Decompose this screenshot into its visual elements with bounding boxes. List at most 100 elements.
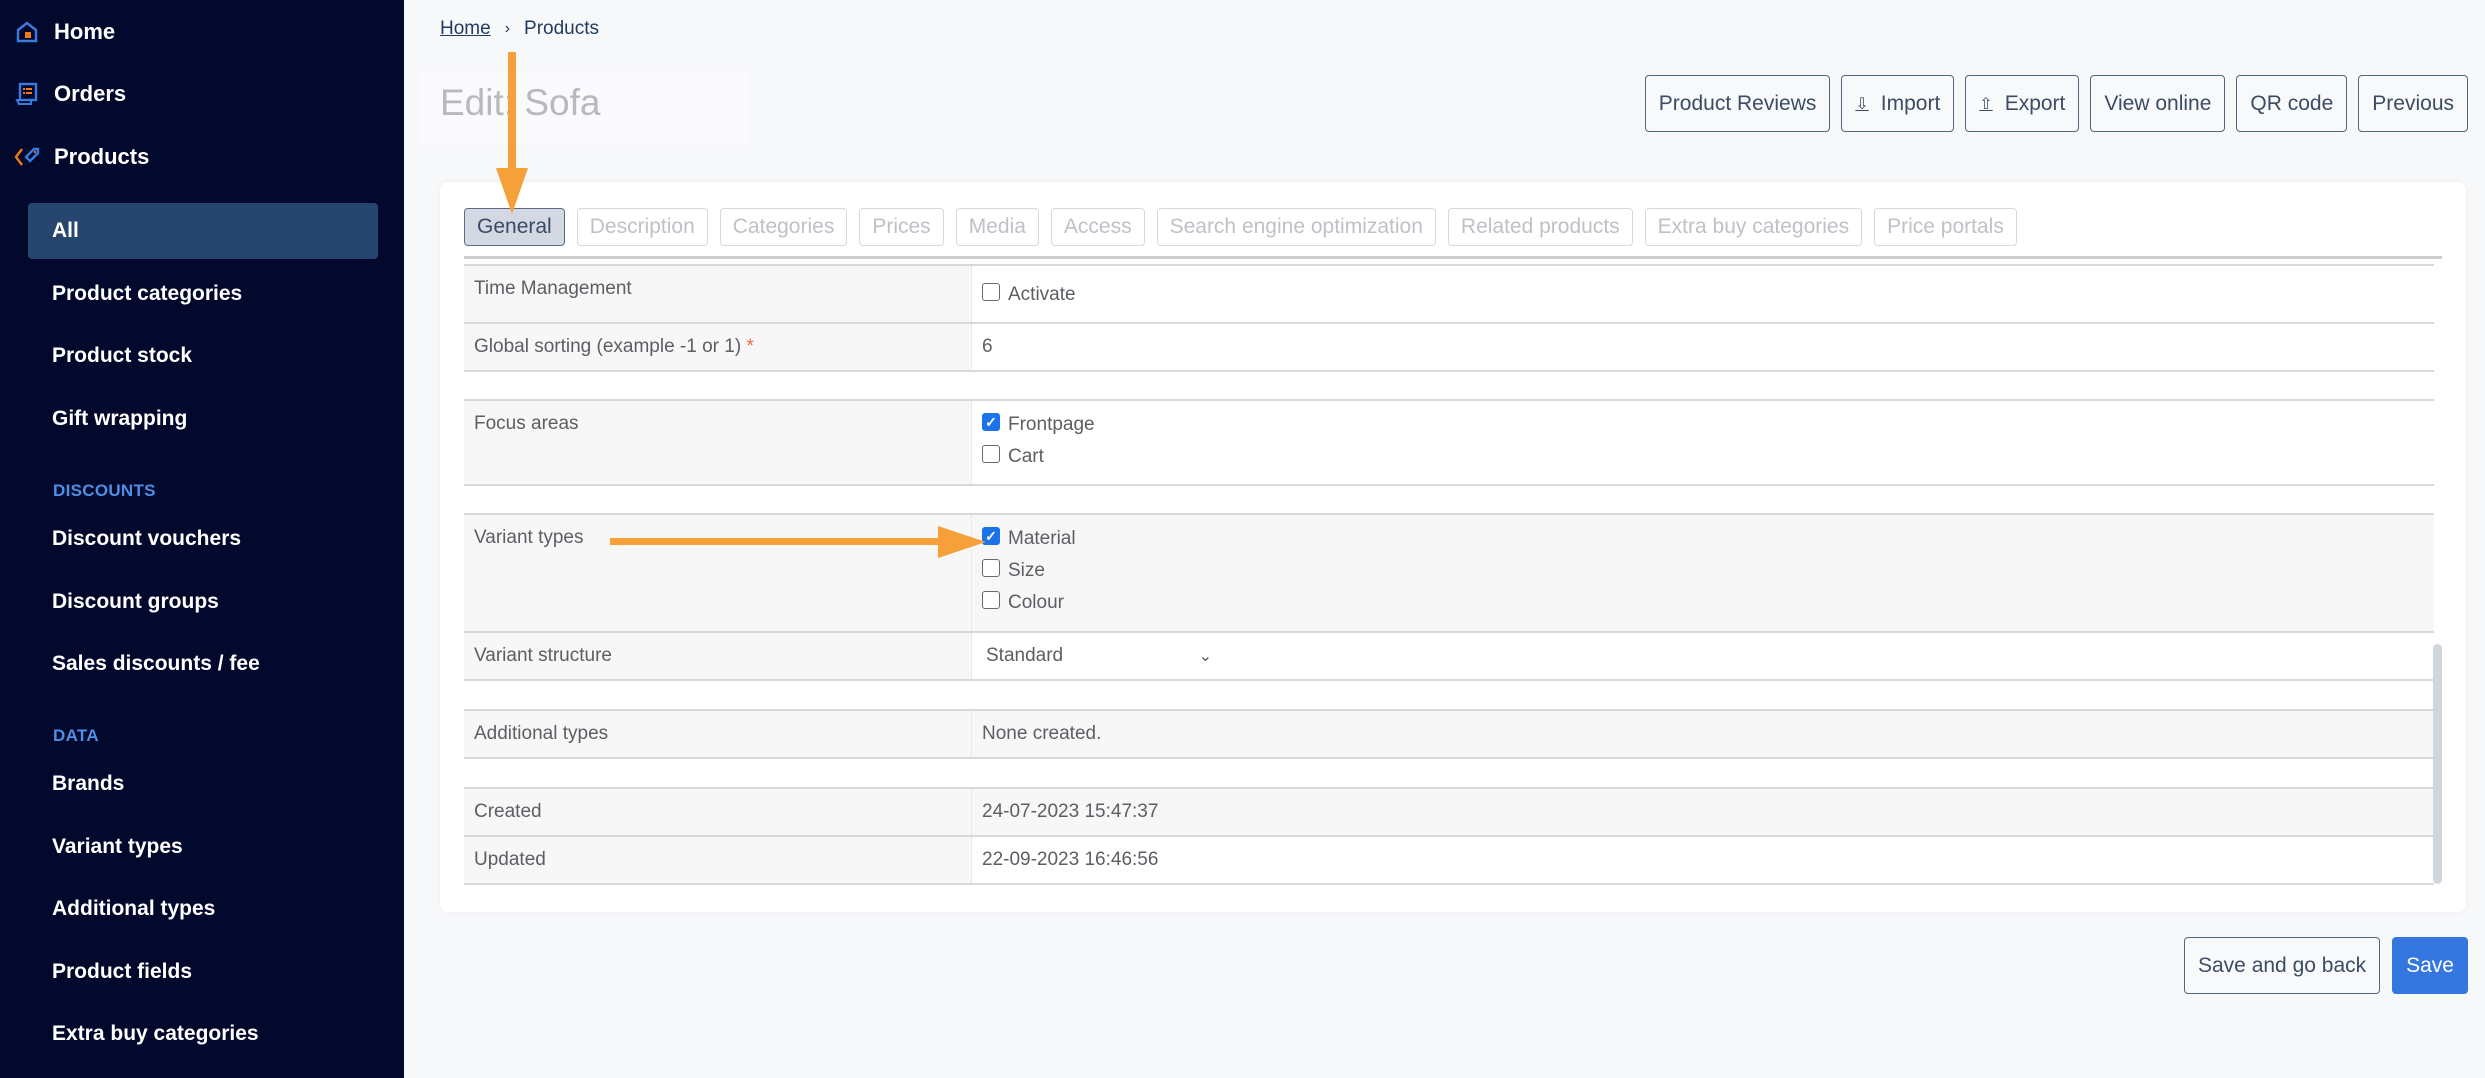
sidebar-item-variant-types[interactable]: Variant types	[28, 819, 378, 875]
product-reviews-button[interactable]: Product Reviews	[1644, 75, 1831, 132]
sidebar-item-extra-buy-categories[interactable]: Extra buy categories	[28, 1006, 378, 1062]
checkbox-label: Size	[1008, 560, 1045, 581]
checkbox-checked-icon: ✓	[982, 413, 1000, 431]
created-value: 24-07-2023 15:47:37	[972, 789, 2434, 835]
checkbox-unchecked-icon	[982, 282, 1000, 301]
sidebar-item-orders[interactable]: Orders	[14, 74, 126, 114]
sidebar-item-label: Gift wrapping	[52, 407, 188, 430]
sidebar-item-sales-discounts[interactable]: Sales discounts / fee	[28, 636, 378, 692]
checkbox-unchecked-icon	[982, 559, 1000, 577]
download-icon: ⇩	[1855, 95, 1869, 113]
previous-button[interactable]: Previous	[2358, 75, 2468, 132]
sidebar-item-home[interactable]: Home	[14, 12, 115, 52]
breadcrumb-home-link[interactable]: Home	[440, 18, 491, 40]
chevron-right-icon: ›	[504, 20, 511, 37]
material-checkbox[interactable]: ✓ Material	[982, 523, 2424, 555]
sidebar-item-gift-wrapping[interactable]: Gift wrapping	[28, 391, 378, 447]
activate-checkbox[interactable]: Activate	[982, 278, 2424, 311]
sidebar: Home Orders Products All Product categor…	[0, 0, 404, 1078]
sidebar-item-label: Discount vouchers	[52, 527, 242, 550]
breadcrumb: Home › Products	[440, 18, 599, 40]
checkbox-unchecked-icon	[982, 445, 1000, 463]
row-updated: Updated 22-09-2023 16:46:56	[464, 835, 2434, 885]
sidebar-item-label: Variant types	[52, 835, 183, 858]
field-label: Updated	[464, 837, 972, 883]
checkbox-label: Frontpage	[1008, 414, 1095, 435]
checkbox-label: Cart	[1008, 446, 1044, 467]
sidebar-section-data: DATA	[53, 726, 99, 745]
tab-prices[interactable]: Prices	[859, 208, 944, 246]
qr-code-button[interactable]: QR code	[2236, 75, 2348, 132]
size-checkbox[interactable]: Size	[982, 555, 2424, 587]
global-sorting-input[interactable]: 6	[972, 324, 2434, 370]
annotation-arrow-right-icon	[610, 526, 986, 558]
export-button[interactable]: ⇧ Export	[1965, 75, 2080, 132]
field-label-text: Global sorting (example -1 or 1)	[474, 336, 742, 357]
row-global-sorting: Global sorting (example -1 or 1) * 6	[464, 322, 2434, 372]
select-value: Standard	[986, 645, 1064, 666]
sidebar-item-product-fields[interactable]: Product fields	[28, 944, 378, 1000]
tab-description[interactable]: Description	[576, 208, 708, 246]
chevron-down-icon: ⌄	[1198, 648, 1212, 665]
sidebar-item-label: Home	[54, 19, 116, 44]
sidebar-item-label: Product categories	[52, 282, 243, 305]
sidebar-item-product-stock[interactable]: Product stock	[28, 328, 378, 384]
upload-icon: ⇧	[1979, 95, 1993, 113]
top-actions: Product Reviews ⇩ Import ⇧ Export View onl…	[1644, 75, 2468, 132]
sidebar-item-brands[interactable]: Brands	[28, 756, 378, 812]
tab-divider	[464, 256, 2442, 259]
sidebar-item-label: Product fields	[52, 960, 193, 983]
save-button[interactable]: Save	[2392, 937, 2468, 994]
sidebar-item-additional-types[interactable]: Additional types	[28, 881, 378, 937]
row-created: Created 24-07-2023 15:47:37	[464, 787, 2434, 837]
field-label: Global sorting (example -1 or 1) *	[464, 324, 972, 370]
field-label: Variant structure	[464, 633, 972, 679]
tab-seo[interactable]: Search engine optimization	[1156, 208, 1436, 246]
tab-related-products[interactable]: Related products	[1447, 208, 1633, 246]
sidebar-item-label: Discount groups	[52, 590, 219, 613]
tab-price-portals[interactable]: Price portals	[1874, 208, 2017, 246]
field-label: Focus areas	[464, 401, 972, 484]
field-label: Created	[464, 789, 972, 835]
sidebar-item-discount-vouchers[interactable]: Discount vouchers	[28, 511, 378, 567]
checkbox-label: Material	[1008, 528, 1076, 549]
sidebar-item-product-categories[interactable]: Product categories	[28, 266, 378, 322]
sidebar-item-label: Brands	[52, 772, 125, 795]
field-label: Additional types	[464, 711, 972, 757]
button-label: Product Reviews	[1658, 91, 1817, 115]
checkbox-label: Colour	[1008, 592, 1064, 613]
home-icon	[14, 19, 40, 45]
view-online-button[interactable]: View online	[2090, 75, 2226, 132]
scrollbar[interactable]	[2433, 644, 2442, 884]
sidebar-item-label: Products	[54, 144, 150, 169]
tab-extra-buy-categories[interactable]: Extra buy categories	[1644, 208, 1863, 246]
cart-checkbox[interactable]: Cart	[982, 441, 2424, 473]
sidebar-item-label: Additional types	[52, 897, 216, 920]
sidebar-item-discount-groups[interactable]: Discount groups	[28, 574, 378, 630]
sidebar-item-all[interactable]: All	[28, 203, 378, 259]
field-label: Time Management	[464, 266, 972, 322]
colour-checkbox[interactable]: Colour	[982, 587, 2424, 619]
variant-structure-select[interactable]: Standard ⌄	[982, 645, 1212, 667]
button-label: View online	[2104, 91, 2212, 115]
button-label: QR code	[2250, 91, 2334, 115]
checkbox-unchecked-icon	[982, 591, 1000, 609]
tab-categories[interactable]: Categories	[719, 208, 848, 246]
import-button[interactable]: ⇩ Import	[1841, 75, 1955, 132]
button-label: Import	[1880, 91, 1941, 115]
sidebar-item-label: Sales discounts / fee	[52, 652, 260, 675]
tab-access[interactable]: Access	[1050, 208, 1145, 246]
tab-bar: General Description Categories Prices Me…	[464, 208, 2017, 246]
updated-value: 22-09-2023 16:46:56	[972, 837, 2434, 883]
frontpage-checkbox[interactable]: ✓ Frontpage	[982, 409, 2424, 441]
annotation-arrow-down-icon	[496, 52, 528, 214]
additional-types-value: None created.	[972, 711, 2434, 757]
sidebar-item-label: Orders	[54, 81, 127, 106]
row-time-management: Time Management Activate	[464, 264, 2434, 324]
sidebar-item-products[interactable]: Products	[14, 137, 149, 177]
sidebar-section-discounts: DISCOUNTS	[53, 481, 156, 500]
row-variant-structure: Variant structure Standard ⌄	[464, 631, 2434, 681]
tab-media[interactable]: Media	[955, 208, 1039, 246]
breadcrumb-current: Products	[524, 18, 599, 39]
save-and-go-back-button[interactable]: Save and go back	[2184, 937, 2381, 994]
